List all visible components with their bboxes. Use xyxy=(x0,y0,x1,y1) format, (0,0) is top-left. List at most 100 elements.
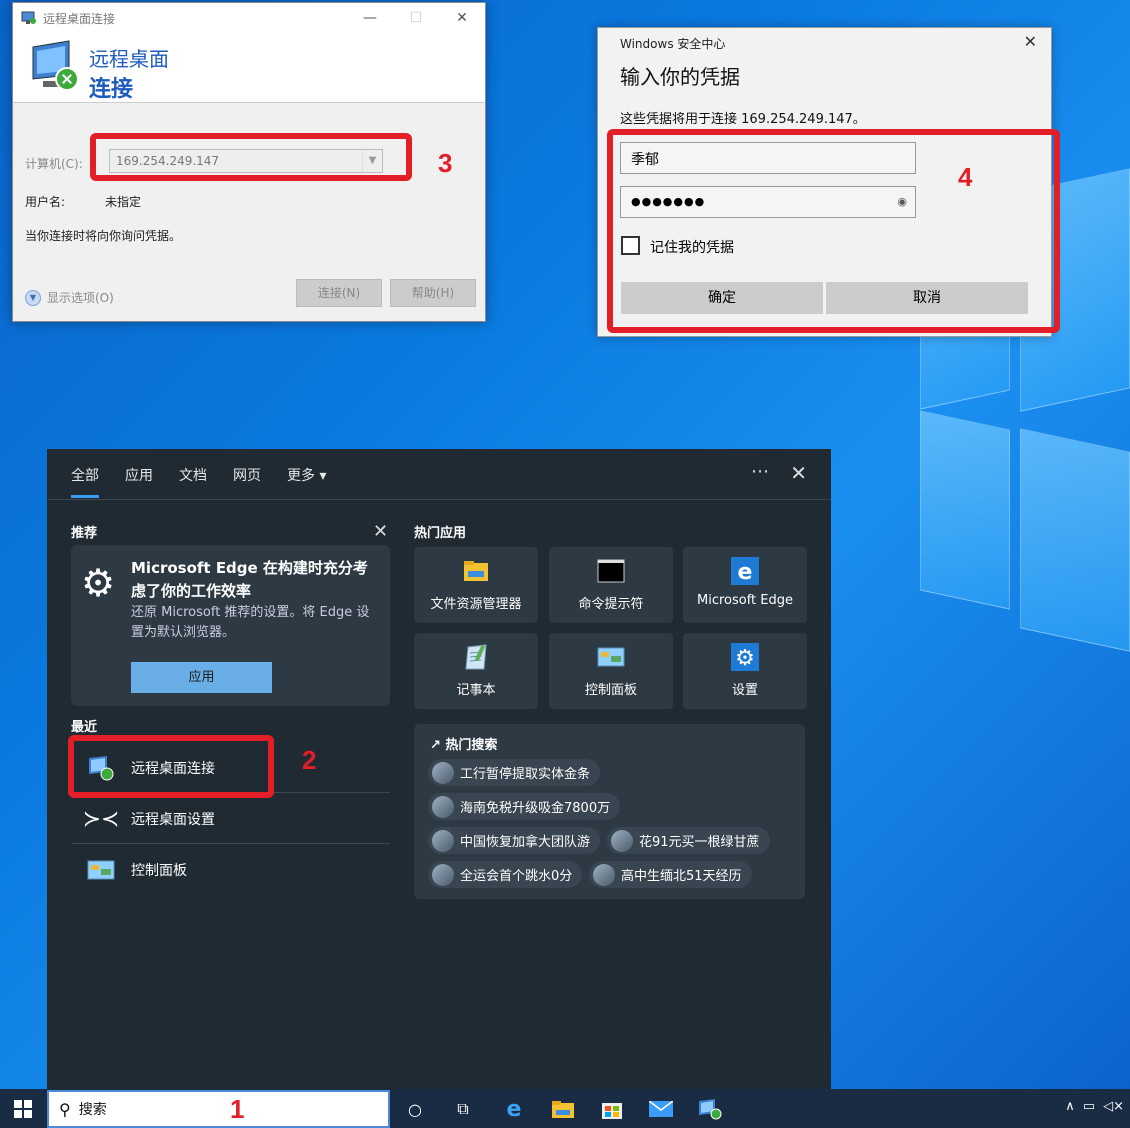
recommend-card: ⚙ Microsoft Edge 在构建时充分考虑了你的工作效率 还原 Micr… xyxy=(71,545,390,706)
help-button[interactable]: 帮助(H) xyxy=(390,279,476,307)
computer-label: 计算机(C): xyxy=(25,157,83,171)
network-icon[interactable]: ▭ xyxy=(1083,1099,1095,1114)
username-label: 用户名: xyxy=(25,195,66,209)
control-panel-icon xyxy=(87,860,115,880)
taskbar: ⚲ 搜索 ○ ⧉ e ∧ ▭ ◁× xyxy=(0,1089,1130,1128)
tile-label: 设置 xyxy=(731,683,758,698)
annotation-box-2 xyxy=(68,735,274,798)
tile-label: 文件资源管理器 xyxy=(430,597,522,612)
rdp-titlebar: 远程桌面连接 — ☐ ✕ xyxy=(13,3,485,33)
mail-icon[interactable] xyxy=(649,1097,673,1121)
banner-line1: 远程桌面 xyxy=(89,47,169,71)
annotation-box-3 xyxy=(90,133,412,181)
app-tile-cmd[interactable]: 命令提示符 xyxy=(549,547,673,623)
rdp-title: 远程桌面连接 xyxy=(43,11,116,26)
recommend-title: Microsoft Edge 在构建时充分考虑了你的工作效率 xyxy=(131,559,368,600)
marker-4: 4 xyxy=(958,162,973,192)
show-options-label: 显示选项(O) xyxy=(47,291,114,305)
tile-label: 记事本 xyxy=(456,683,496,698)
dismiss-recommend-icon[interactable]: ✕ xyxy=(373,521,388,542)
hot-search-chip[interactable]: 工行暂停提取实体金条 xyxy=(428,759,601,786)
marker-3: 3 xyxy=(438,148,453,178)
remote-settings-icon: ≻≺ xyxy=(82,806,120,832)
app-tile-file-explorer[interactable]: 文件资源管理器 xyxy=(414,547,538,623)
hot-search-card: ↗ 热门搜索 工行暂停提取实体金条 海南免税升级吸金7800万 中国恢复加拿大团… xyxy=(414,724,805,899)
security-description: 这些凭据将用于连接 169.254.249.147。 xyxy=(620,112,866,127)
expand-icon: ▼ xyxy=(25,289,41,306)
recent-item-control-panel[interactable]: 控制面板 xyxy=(71,845,390,895)
recommend-desc: 还原 Microsoft 推荐的设置。将 Edge 设置为默认浏览器。 xyxy=(131,605,370,640)
tab-web[interactable]: 网页 xyxy=(233,465,261,498)
app-tile-edge[interactable]: e Microsoft Edge xyxy=(683,547,807,623)
thumbnail xyxy=(432,795,454,818)
app-tile-control-panel[interactable]: 控制面板 xyxy=(549,633,673,709)
task-view-icon[interactable]: ⧉ xyxy=(451,1097,475,1121)
hot-search-header: ↗ 热门搜索 xyxy=(430,738,498,753)
divider xyxy=(71,843,390,844)
username-value: 未指定 xyxy=(105,195,142,209)
taskbar-search-box[interactable]: ⚲ 搜索 xyxy=(47,1090,390,1128)
show-options-toggle[interactable]: ▼ 显示选项(O) xyxy=(25,289,114,306)
volume-icon[interactable]: ◁× xyxy=(1103,1099,1124,1114)
hot-search-chip[interactable]: 高中生缅北51天经历 xyxy=(589,861,752,888)
tile-label: 命令提示符 xyxy=(578,597,644,612)
recent-item-rdp-settings[interactable]: ≻≺ 远程桌面设置 xyxy=(71,794,390,844)
svg-text:⚙: ⚙ xyxy=(735,646,755,671)
tab-all[interactable]: 全部 xyxy=(71,465,99,498)
edge-icon[interactable]: e xyxy=(502,1097,526,1122)
marker-1: 1 xyxy=(230,1094,245,1124)
windows-start-icon[interactable] xyxy=(14,1100,32,1118)
search-icon: ⚲ xyxy=(59,1099,71,1119)
hot-search-chip[interactable]: 中国恢复加拿大团队游 xyxy=(428,827,601,854)
hot-search-chip[interactable]: 全运会首个跳水0分 xyxy=(428,861,583,888)
minimize-button[interactable]: — xyxy=(347,10,393,26)
tab-more[interactable]: 更多 ▾ xyxy=(287,465,326,498)
gear-icon: ⚙ xyxy=(81,561,116,605)
recommend-header: 推荐 xyxy=(71,526,98,541)
close-icon[interactable]: ✕ xyxy=(1024,32,1037,51)
search-input[interactable]: 搜索 xyxy=(79,1099,107,1119)
marker-2: 2 xyxy=(302,745,317,775)
security-header: Windows 安全中心 xyxy=(620,37,726,51)
thumbnail xyxy=(611,829,633,852)
close-button[interactable]: ✕ xyxy=(439,10,485,26)
thumbnail xyxy=(432,761,454,784)
app-tile-notepad[interactable]: 记事本 xyxy=(414,633,538,709)
maximize-button[interactable]: ☐ xyxy=(393,10,439,26)
tile-label: 控制面板 xyxy=(584,683,637,698)
thumbnail xyxy=(432,829,454,852)
more-options-icon[interactable]: ⋯ xyxy=(751,461,769,482)
banner-line2: 连接 xyxy=(89,77,134,102)
tab-apps[interactable]: 应用 xyxy=(125,465,153,498)
tab-divider xyxy=(47,499,831,500)
apply-button[interactable]: 应用 xyxy=(131,662,272,693)
settings-icon: ⚙ xyxy=(731,643,759,671)
thumbnail xyxy=(593,863,615,886)
hot-search-chip[interactable]: 花91元买一根绿甘蔗 xyxy=(607,827,770,854)
recent-item-label: 控制面板 xyxy=(131,863,187,879)
security-title: 输入你的凭据 xyxy=(620,65,740,89)
control-panel-icon xyxy=(597,647,625,667)
close-icon[interactable]: ✕ xyxy=(790,461,807,485)
app-tile-settings[interactable]: ⚙ 设置 xyxy=(683,633,807,709)
store-icon[interactable] xyxy=(600,1097,624,1121)
recent-header: 最近 xyxy=(71,720,98,735)
folder-icon xyxy=(464,561,488,581)
system-tray: ∧ ▭ ◁× xyxy=(1065,1099,1124,1114)
tab-documents[interactable]: 文档 xyxy=(179,465,207,498)
svg-text:e: e xyxy=(738,560,753,585)
cortana-icon[interactable]: ○ xyxy=(403,1097,427,1121)
tile-label: Microsoft Edge xyxy=(696,593,793,608)
chevron-up-icon[interactable]: ∧ xyxy=(1065,1099,1075,1114)
connect-button[interactable]: 连接(N) xyxy=(296,279,382,307)
terminal-icon xyxy=(597,559,625,583)
edge-icon: e xyxy=(731,557,759,585)
search-tabs: 全部 应用 文档 网页 更多 ▾ xyxy=(71,465,352,498)
trending-icon: ↗ xyxy=(430,738,446,753)
credentials-note: 当你连接时将向你询问凭据。 xyxy=(25,229,182,243)
rdp-taskbar-icon[interactable] xyxy=(698,1097,722,1121)
file-explorer-icon[interactable] xyxy=(551,1097,575,1121)
hot-search-chip[interactable]: 海南免税升级吸金7800万 xyxy=(428,793,621,820)
rdp-icon xyxy=(21,11,36,24)
thumbnail xyxy=(432,863,454,886)
